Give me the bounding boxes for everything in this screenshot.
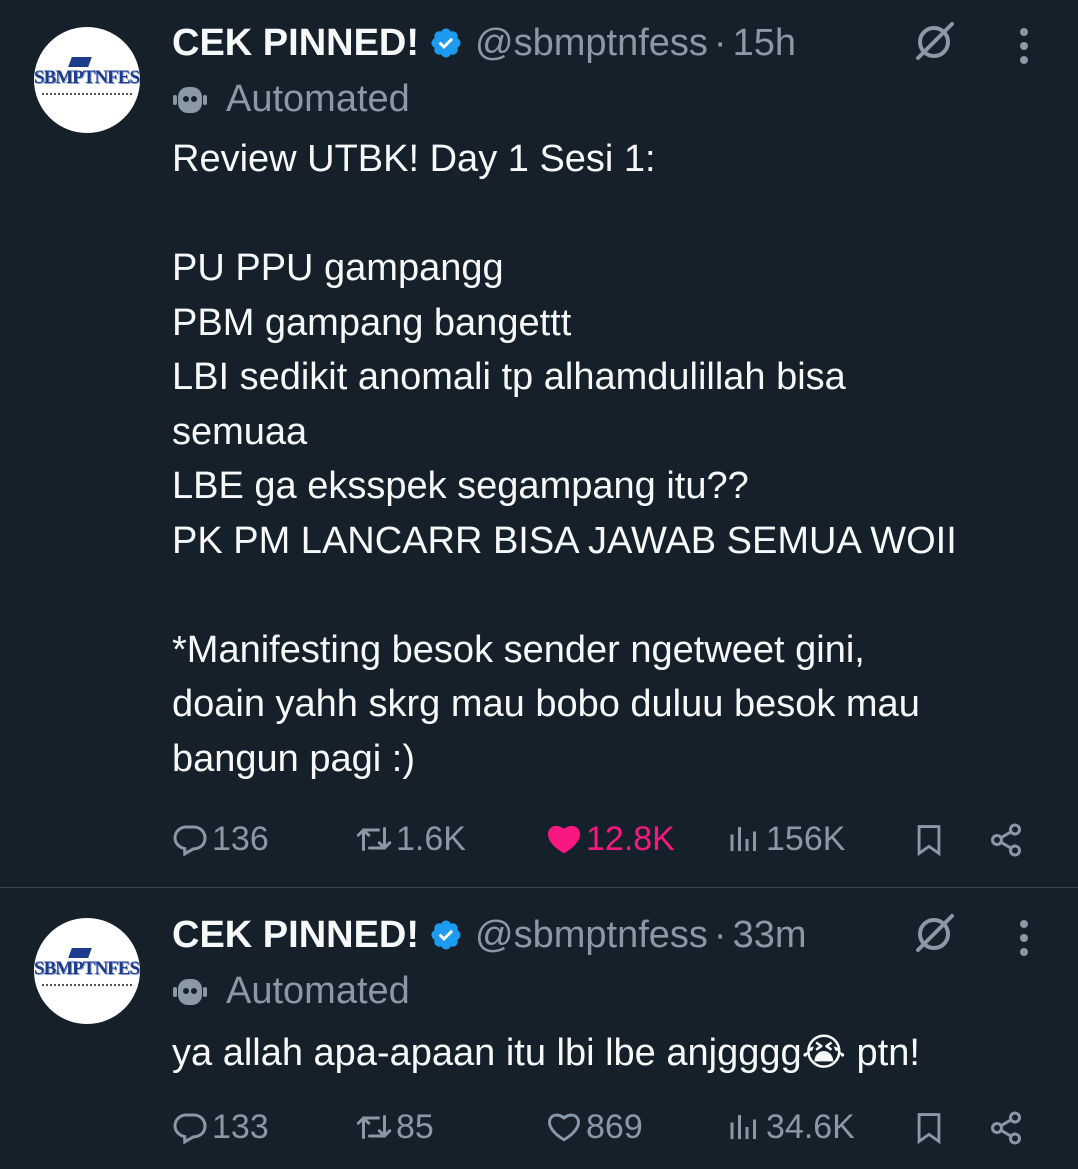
reply-icon [173,825,207,857]
reply-icon [173,1113,207,1145]
avatar-logo-subtitle [42,984,132,989]
retweet-count: 85 [396,1107,434,1146]
more-icon[interactable] [1010,914,1038,962]
views-button[interactable]: 156K [726,814,845,864]
bookmark-icon[interactable] [912,822,946,858]
tweet-text: Review UTBK! Day 1 Sesi 1: PU PPU gampan… [172,138,957,780]
retweet-count: 1.6K [396,819,466,858]
like-icon [548,1113,580,1142]
bot-icon [173,979,207,1005]
like-count: 869 [586,1107,643,1146]
separator-dot: · [713,21,727,64]
avatar-logo-text: SBMPTNFESS [34,958,140,979]
reply-button[interactable]: 133 [172,1102,269,1152]
tweet[interactable]: SBMPTNFESS CEK PINNED! @sbmptnfess · 33m… [0,888,1078,1169]
tweet-header: CEK PINNED! @sbmptnfess · 15h [172,18,796,68]
avatar-logo-text: SBMPTNFESS [34,67,140,88]
avatar[interactable]: SBMPTNFESS [34,918,140,1024]
more-icon[interactable] [1010,22,1038,70]
avatar[interactable]: SBMPTNFESS [34,27,140,133]
avatar-logo-subtitle [42,93,132,98]
display-name[interactable]: CEK PINNED! [172,22,419,65]
reply-button[interactable]: 136 [172,814,269,864]
display-name[interactable]: CEK PINNED! [172,914,419,957]
share-icon[interactable] [988,822,1024,858]
timestamp[interactable]: 33m [733,914,807,957]
graduation-cap-icon [68,948,92,958]
verified-badge-icon [431,920,461,950]
verified-badge-icon [431,28,461,58]
automated-text: Automated [226,969,410,1012]
handle[interactable]: @sbmptnfess [475,22,708,65]
graduation-cap-icon [68,57,92,67]
retweet-button[interactable]: 1.6K [356,814,466,864]
share-icon[interactable] [988,1110,1024,1146]
retweet-icon [356,1115,392,1139]
tweet-actions: 136 1.6K 12.8K 156K [172,814,1032,864]
views-icon [730,1115,756,1139]
like-count: 12.8K [586,819,675,858]
reply-count: 136 [212,819,269,858]
automated-text: Automated [226,77,410,120]
views-count: 34.6K [766,1107,855,1146]
tweet-actions: 133 85 869 34.6K [172,1102,1032,1152]
retweet-icon [356,827,392,851]
tweet-text: ya allah apa-apaan itu lbi lbe anjgggg😭 … [172,1032,920,1074]
reply-count: 133 [212,1107,269,1146]
views-icon [730,827,756,851]
bookmark-icon[interactable] [912,1110,946,1146]
tweet-header: CEK PINNED! @sbmptnfess · 33m [172,910,807,960]
views-count: 156K [766,819,846,858]
retweet-button[interactable]: 85 [356,1102,434,1152]
bot-icon [173,87,207,113]
tweet[interactable]: SBMPTNFESS CEK PINNED! @sbmptnfess · 15h… [0,0,1078,888]
like-button[interactable]: 869 [546,1102,643,1152]
grok-slash-icon[interactable] [910,910,958,958]
handle[interactable]: @sbmptnfess [475,914,708,957]
automated-label[interactable]: Automated [172,76,410,122]
views-button[interactable]: 34.6K [726,1102,855,1152]
grok-slash-icon[interactable] [910,18,958,66]
like-icon [547,825,581,854]
separator-dot: · [713,913,727,956]
automated-label[interactable]: Automated [172,968,410,1014]
timestamp[interactable]: 15h [733,22,796,65]
like-button[interactable]: 12.8K [546,814,675,864]
